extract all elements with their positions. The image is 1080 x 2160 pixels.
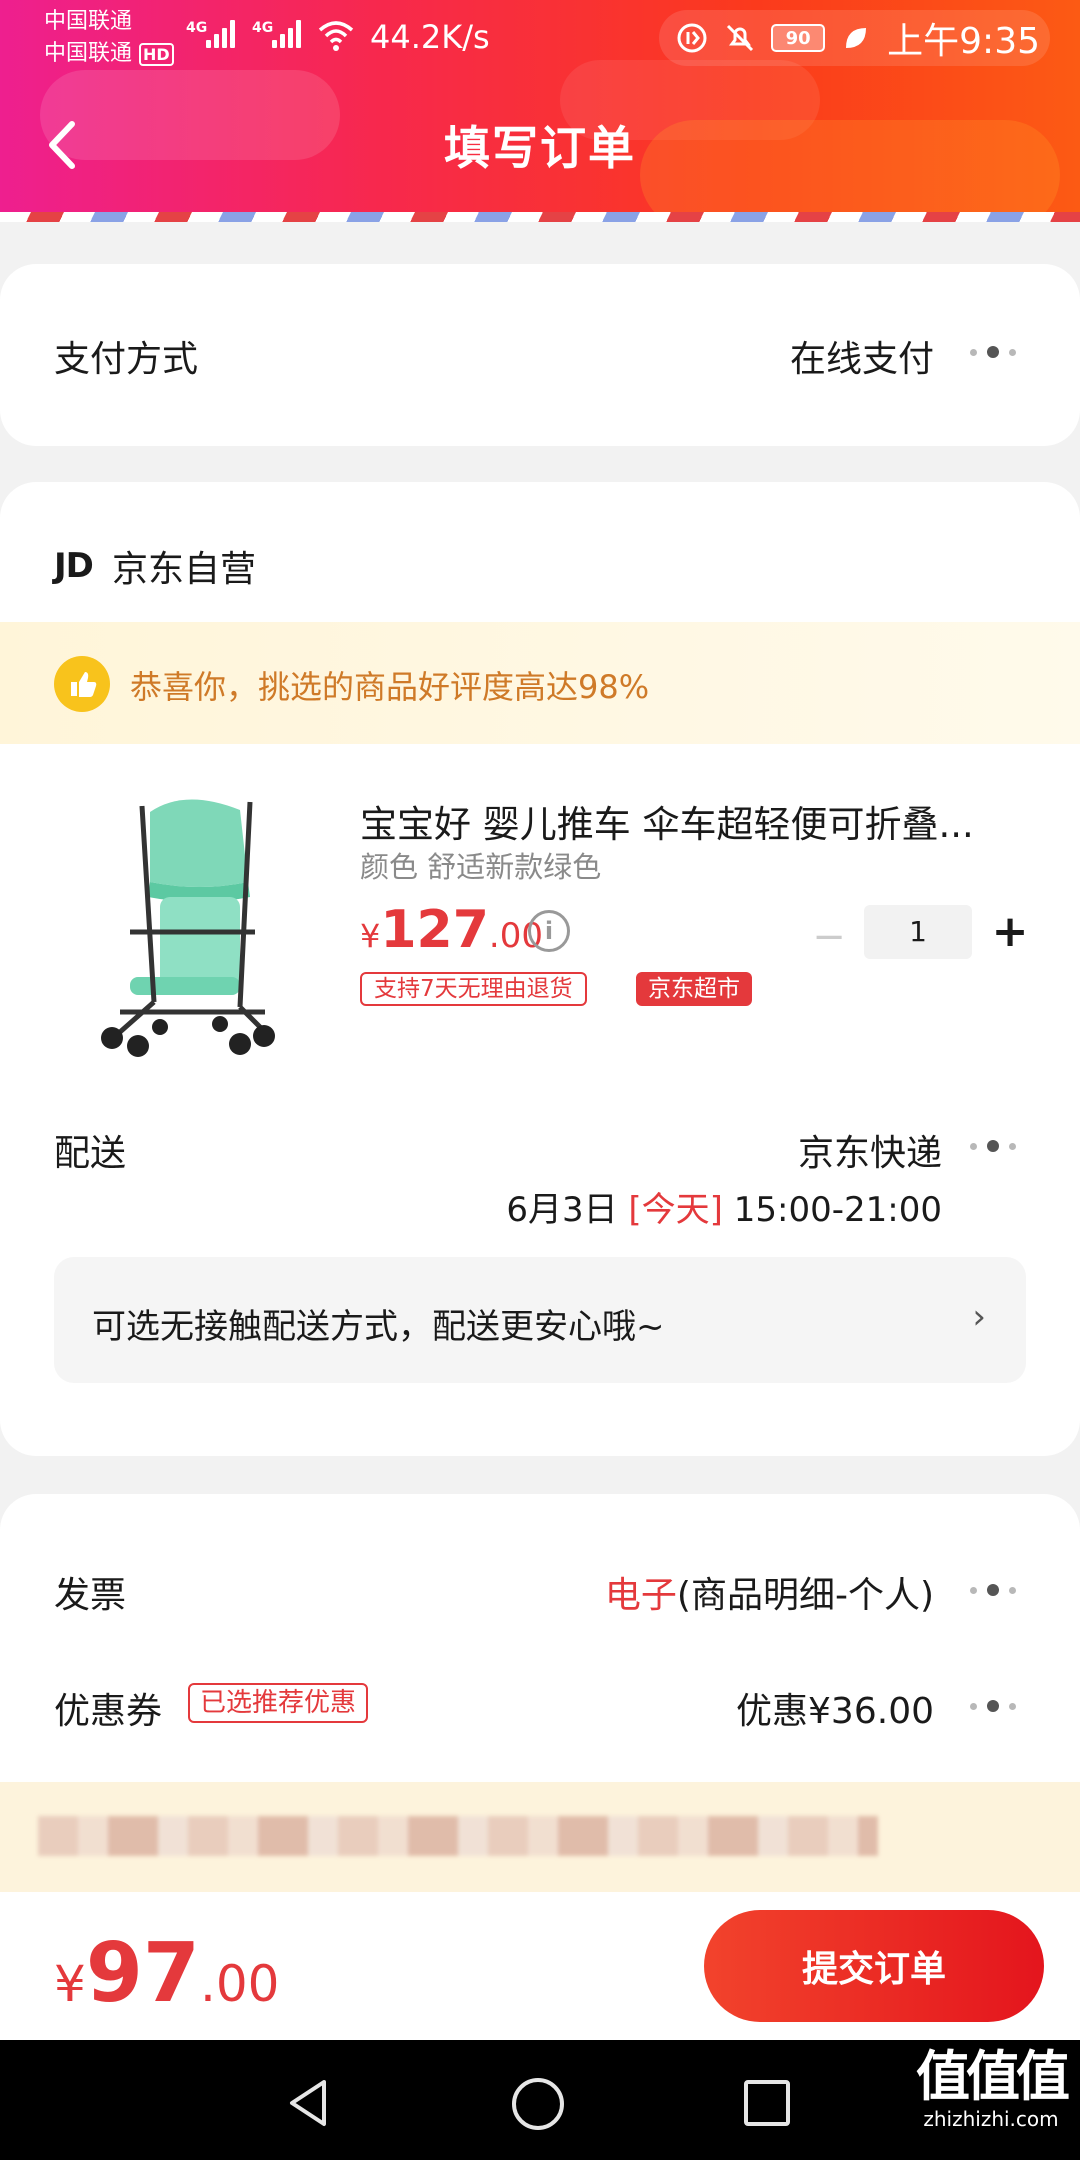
quantity-input[interactable]: 1 bbox=[864, 905, 972, 959]
order-store-card: JD 京东自营 恭喜你，挑选的商品好评度高达98% 宝宝好 婴儿推车 伞车超轻便… bbox=[0, 482, 1080, 1456]
price-info-icon[interactable]: i bbox=[528, 910, 570, 952]
more-dots-icon[interactable] bbox=[970, 1582, 1026, 1598]
more-dots-icon[interactable] bbox=[970, 344, 1026, 360]
carrier-1: 中国联通 bbox=[44, 9, 133, 34]
header: 中国联通 中国联通 HD 4G 4G 44.2K/s 90 上午9:35 填写订… bbox=[0, 0, 1080, 222]
signal-bars-icon bbox=[206, 18, 235, 48]
shipping-method[interactable]: 京东快递 bbox=[798, 1124, 942, 1176]
product-title[interactable]: 宝宝好 婴儿推车 伞车超轻便可折叠... bbox=[360, 794, 1000, 848]
contactless-delivery-option[interactable]: 可选无接触配送方式，配送更安心哦~ › bbox=[54, 1257, 1026, 1383]
coupon-label: 优惠券 bbox=[54, 1691, 163, 1732]
nav-recent-apps-icon[interactable] bbox=[744, 2080, 790, 2126]
nav-home-icon[interactable] bbox=[512, 2078, 564, 2130]
invoice-label: 发票 bbox=[54, 1575, 127, 1616]
carrier-labels: 中国联通 中国联通 HD bbox=[44, 6, 174, 71]
praise-text: 恭喜你，挑选的商品好评度高达98% bbox=[130, 668, 650, 706]
return-policy-tag: 支持7天无理由退货 bbox=[360, 972, 587, 1006]
mute-bell-icon bbox=[723, 21, 757, 55]
product-image[interactable] bbox=[90, 792, 280, 1062]
quantity-increase-button[interactable]: + bbox=[990, 910, 1030, 954]
payment-value: 在线支付 bbox=[789, 339, 934, 380]
coupon-value[interactable]: 优惠¥36.00 bbox=[736, 1682, 934, 1734]
order-total: ¥97.00 bbox=[54, 1926, 280, 2021]
checkout-bar: ¥97.00 提交订单 bbox=[0, 1892, 1080, 2040]
product-price: ¥127.00 bbox=[360, 900, 543, 960]
blurred-text bbox=[38, 1816, 878, 1856]
product-spec: 颜色 舒适新款绿色 bbox=[360, 850, 602, 884]
coupon-recommend-tag: 已选推荐优惠 bbox=[188, 1683, 369, 1723]
jd-supermarket-tag: 京东超市 bbox=[636, 972, 752, 1006]
page-title: 填写订单 bbox=[444, 121, 636, 175]
store-name[interactable]: 京东自营 bbox=[112, 540, 256, 592]
thumbs-up-icon bbox=[54, 656, 110, 712]
more-dots-icon[interactable] bbox=[970, 1698, 1026, 1714]
delivery-time[interactable]: 6月3日 [今天] 15:00-21:00 bbox=[506, 1182, 942, 1231]
nav-back-icon[interactable] bbox=[286, 2078, 330, 2128]
status-bar: 中国联通 中国联通 HD 4G 4G 44.2K/s 90 上午9:35 bbox=[0, 0, 1080, 75]
net-speed: 44.2K/s bbox=[370, 18, 490, 56]
chevron-right-icon: › bbox=[972, 1297, 986, 1337]
more-dots-icon[interactable] bbox=[970, 1138, 1026, 1154]
signal-type-2: 4G bbox=[252, 20, 274, 36]
payment-method-row[interactable]: 支付方式 在线支付 bbox=[0, 264, 1080, 446]
quantity-decrease-button[interactable]: − bbox=[812, 917, 846, 957]
hd-badge: HD bbox=[139, 43, 174, 66]
payment-label: 支付方式 bbox=[54, 339, 199, 380]
shipping-label: 配送 bbox=[54, 1133, 127, 1174]
status-icons: 90 上午9:35 bbox=[659, 10, 1050, 66]
contactless-text: 可选无接触配送方式，配送更安心哦~ bbox=[92, 1307, 665, 1347]
watermark: 值值值 zhizhizhi.com bbox=[916, 2045, 1070, 2132]
airmail-stripe bbox=[0, 212, 1080, 222]
leaf-icon bbox=[839, 21, 873, 55]
jd-logo: JD bbox=[54, 546, 94, 586]
clock: 上午9:35 bbox=[887, 21, 1040, 62]
invoice-value[interactable]: 电子(商品明细-个人) bbox=[605, 1566, 934, 1618]
signal-type-1: 4G bbox=[186, 20, 208, 36]
wifi-icon bbox=[318, 21, 354, 51]
submit-order-button[interactable]: 提交订单 bbox=[704, 1910, 1044, 2022]
battery-icon: 90 bbox=[771, 24, 826, 52]
carrier-2: 中国联通 HD bbox=[44, 38, 174, 71]
data-saver-icon bbox=[675, 21, 709, 55]
blurred-banner bbox=[0, 1782, 1080, 1892]
praise-banner: 恭喜你，挑选的商品好评度高达98% bbox=[0, 622, 1080, 744]
signal-bars-icon bbox=[272, 18, 301, 48]
